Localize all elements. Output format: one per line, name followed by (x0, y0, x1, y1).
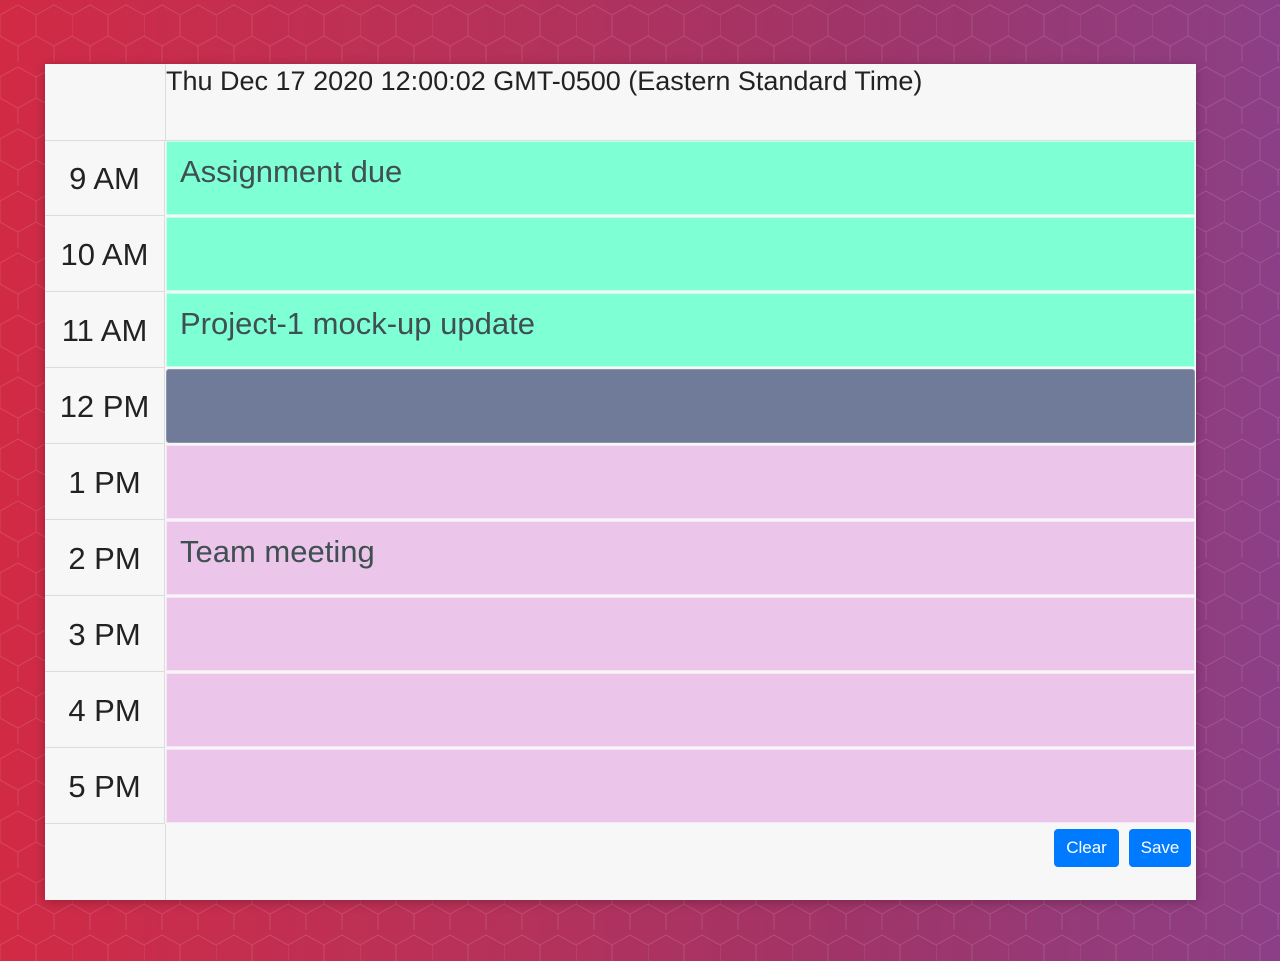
hour-label-text: 1 PM (68, 464, 141, 500)
header-spacer (45, 64, 166, 140)
save-button[interactable]: Save (1129, 829, 1191, 867)
hour-textarea[interactable] (166, 445, 1195, 519)
hour-textarea[interactable] (166, 217, 1195, 291)
hour-textarea[interactable]: Project-1 mock-up update (166, 293, 1195, 367)
hour-row: 3 PM (45, 596, 1196, 672)
hour-label: 5 PM (45, 748, 165, 824)
hour-label-text: 2 PM (68, 540, 141, 576)
hour-label: 10 AM (45, 216, 165, 292)
hour-label: 12 PM (45, 368, 165, 444)
hour-label: 11 AM (45, 292, 165, 368)
hour-label: 4 PM (45, 672, 165, 748)
hour-textarea[interactable] (166, 597, 1195, 671)
hour-label: 2 PM (45, 520, 165, 596)
hour-label: 9 AM (45, 140, 165, 216)
hour-textarea[interactable] (166, 673, 1195, 747)
hour-label-text: 4 PM (68, 692, 141, 728)
hour-label-text: 12 PM (59, 388, 150, 424)
hour-label-text: 10 AM (60, 236, 149, 272)
hour-label: 1 PM (45, 444, 165, 520)
hour-label: 3 PM (45, 596, 165, 672)
clear-button[interactable]: Clear (1054, 829, 1119, 867)
hour-textarea[interactable] (166, 749, 1195, 823)
hour-row: 10 AM (45, 216, 1196, 292)
planner-footer: Clear Save (45, 824, 1196, 900)
current-date: Thu Dec 17 2020 12:00:02 GMT-0500 (Easte… (166, 66, 923, 96)
hour-row: 9 AM Assignment due (45, 140, 1196, 216)
hour-row: 5 PM (45, 748, 1196, 824)
hour-row: 11 AM Project-1 mock-up update (45, 292, 1196, 368)
hour-label-text: 3 PM (68, 616, 141, 652)
hour-label-text: 11 AM (61, 312, 148, 348)
hour-textarea[interactable]: Assignment due (166, 141, 1195, 215)
hour-row: 12 PM (45, 368, 1196, 444)
hour-label-text: 5 PM (68, 768, 141, 804)
planner-header: Thu Dec 17 2020 12:00:02 GMT-0500 (Easte… (45, 64, 1196, 141)
hour-textarea[interactable]: Team meeting (166, 521, 1195, 595)
hour-row: 2 PM Team meeting (45, 520, 1196, 596)
hour-row: 1 PM (45, 444, 1196, 520)
hour-textarea[interactable] (166, 369, 1195, 443)
hour-row: 4 PM (45, 672, 1196, 748)
day-planner: Thu Dec 17 2020 12:00:02 GMT-0500 (Easte… (45, 64, 1196, 900)
hour-label-text: 9 AM (69, 160, 140, 196)
footer-spacer (45, 824, 166, 900)
